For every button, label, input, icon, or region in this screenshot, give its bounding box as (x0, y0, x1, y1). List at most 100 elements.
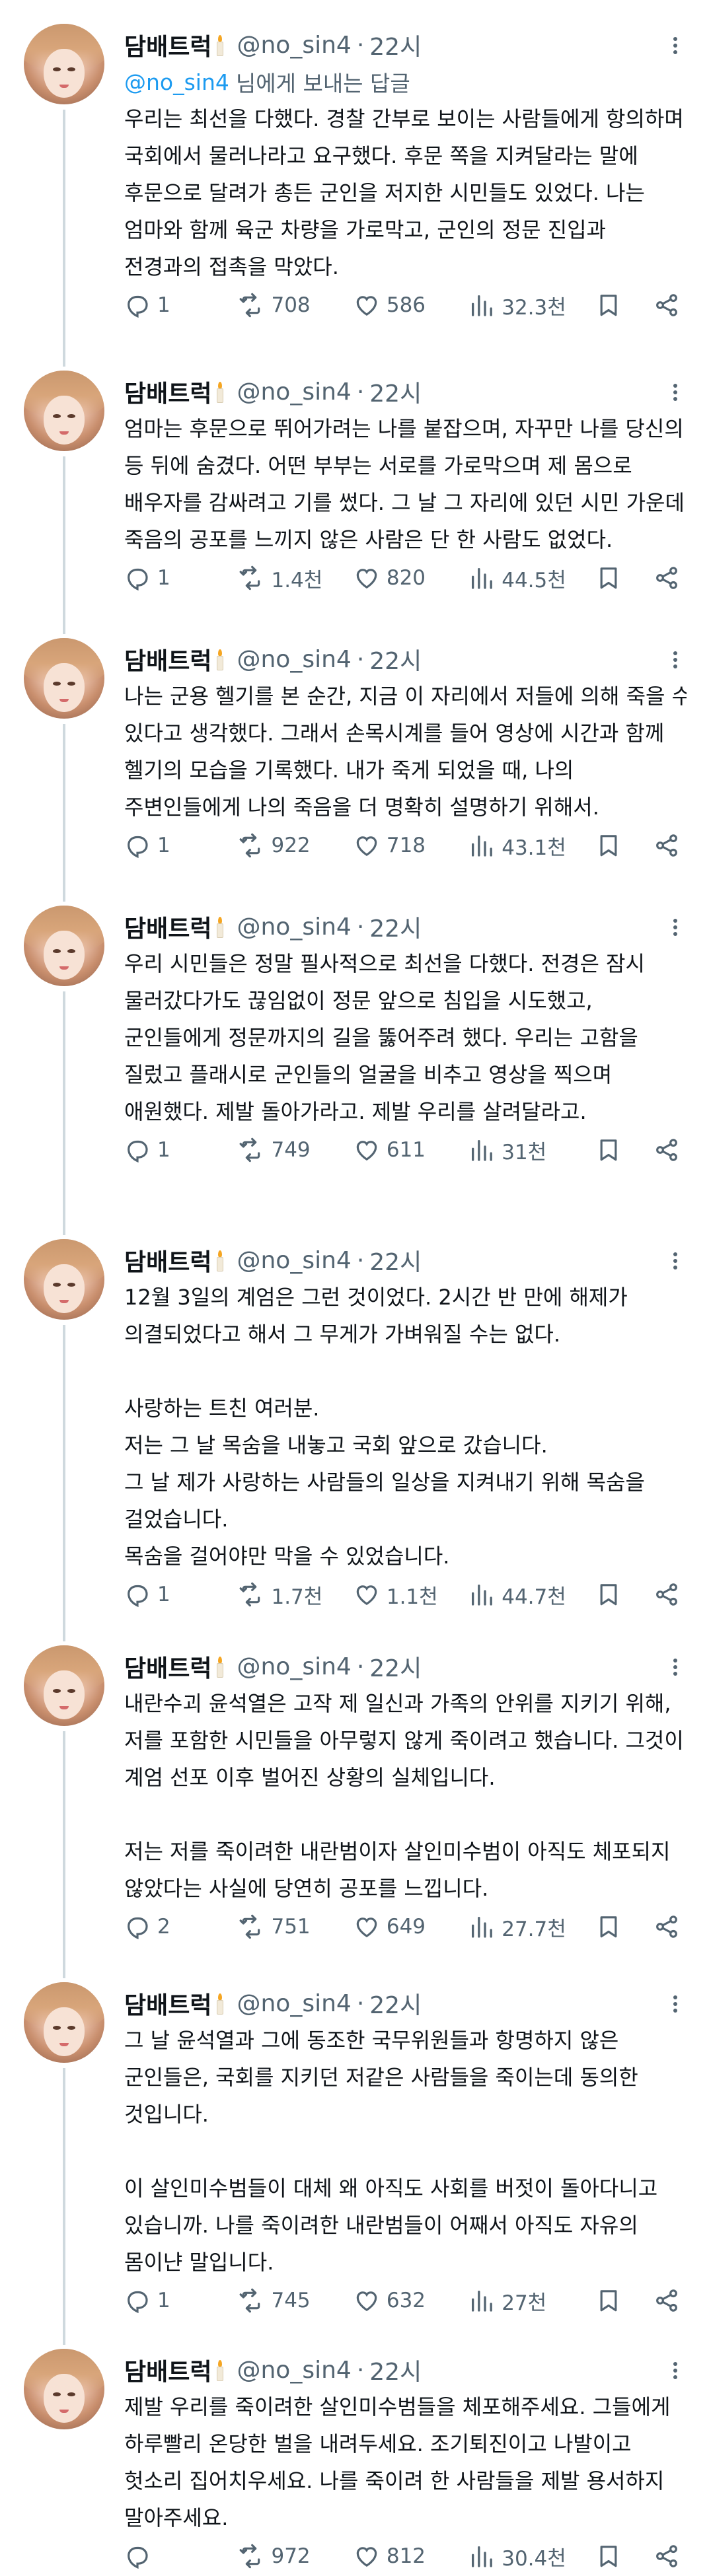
views-button[interactable]: 43.1천 (468, 831, 595, 861)
timestamp[interactable]: 22시 (369, 1243, 422, 1277)
reply-button[interactable]: 1 (124, 2287, 238, 2314)
author-handle[interactable]: @no_sin4 (237, 378, 351, 406)
share-button[interactable] (653, 2287, 687, 2314)
tweet-actions: 1 708 586 32.3천 (124, 285, 687, 325)
share-button[interactable] (653, 1914, 687, 1940)
views-button[interactable]: 44.5천 (468, 563, 595, 593)
views-button[interactable]: 27천 (468, 2286, 595, 2316)
more-icon[interactable] (665, 917, 685, 937)
thread-line (63, 2068, 65, 2345)
reply-button[interactable]: 1 (124, 565, 238, 591)
author-name[interactable]: 담배트럭 (124, 375, 211, 409)
tweet[interactable]: 담배트럭 @no_sin4 · 22시 우리 시민들은 정말 필사적으로 최선을… (0, 882, 709, 1235)
reply-button[interactable]: 2 (124, 1914, 238, 1940)
retweet-button[interactable]: 1.7천 (238, 1580, 353, 1610)
like-button[interactable]: 718 (354, 832, 468, 859)
bookmark-button[interactable] (595, 2543, 653, 2569)
reply-button[interactable]: 1 (124, 1581, 238, 1608)
author-name[interactable]: 담배트럭 (124, 28, 211, 62)
more-icon[interactable] (665, 1657, 685, 1677)
avatar[interactable] (24, 906, 104, 986)
author-name[interactable]: 담배트럭 (124, 910, 211, 944)
like-button[interactable]: 1.1천 (354, 1580, 468, 1610)
more-icon[interactable] (665, 2361, 685, 2380)
share-button[interactable] (653, 565, 687, 591)
bookmark-button[interactable] (595, 2287, 653, 2314)
share-button[interactable] (653, 832, 687, 859)
views-button[interactable]: 44.7천 (468, 1580, 595, 1610)
more-icon[interactable] (665, 650, 685, 670)
retweet-button[interactable]: 972 (238, 2543, 353, 2569)
retweet-button[interactable]: 708 (238, 292, 353, 318)
timestamp[interactable]: 22시 (369, 28, 422, 62)
avatar[interactable] (24, 1645, 104, 1726)
author-handle[interactable]: @no_sin4 (237, 646, 351, 673)
timestamp[interactable]: 22시 (369, 1986, 422, 2021)
author-name[interactable]: 담배트럭 (124, 1243, 211, 1277)
like-button[interactable]: 820 (354, 565, 468, 591)
reply-button[interactable]: 1 (124, 832, 238, 859)
like-button[interactable]: 586 (354, 292, 468, 318)
more-icon[interactable] (665, 1994, 685, 2014)
tweet[interactable]: 담배트럭 @no_sin4 · 22시 나는 군용 헬기를 본 순간, 지금 이… (0, 614, 709, 902)
author-handle[interactable]: @no_sin4 (237, 1653, 351, 1680)
more-icon[interactable] (665, 382, 685, 402)
author-name[interactable]: 담배트럭 (124, 1649, 211, 1684)
more-icon[interactable] (665, 36, 685, 55)
retweet-icon (240, 293, 260, 318)
more-icon[interactable] (665, 1251, 685, 1271)
avatar[interactable] (24, 24, 104, 104)
timestamp[interactable]: 22시 (369, 642, 422, 676)
views-button[interactable]: 27.7천 (468, 1912, 595, 1942)
bookmark-button[interactable] (595, 565, 653, 591)
author-name[interactable]: 담배트럭 (124, 642, 211, 676)
bookmark-button[interactable] (595, 1581, 653, 1608)
bookmark-button[interactable] (595, 1137, 653, 1163)
author-handle[interactable]: @no_sin4 (237, 913, 351, 941)
avatar[interactable] (24, 2349, 104, 2429)
timestamp[interactable]: 22시 (369, 910, 422, 944)
bookmark-button[interactable] (595, 292, 653, 318)
like-button[interactable]: 611 (354, 1137, 468, 1163)
author-name[interactable]: 담배트럭 (124, 1986, 211, 2021)
avatar[interactable] (24, 638, 104, 719)
like-button[interactable]: 812 (354, 2543, 468, 2569)
views-button[interactable]: 32.3천 (468, 291, 595, 320)
share-button[interactable] (653, 1581, 687, 1608)
tweet[interactable]: 담배트럭 @no_sin4 · 22시 @no_sin4 님에게 보내는 답글 우… (0, 0, 709, 367)
tweet[interactable]: 담배트럭 @no_sin4 · 22시 제발 우리를 죽이려한 살인미수범들을 … (0, 2325, 709, 2571)
share-button[interactable] (653, 1137, 687, 1163)
like-button[interactable]: 649 (354, 1914, 468, 1940)
avatar[interactable] (24, 1239, 104, 1320)
tweet[interactable]: 담배트럭 @no_sin4 · 22시 12월 3일의 계엄은 그런 것이었다.… (0, 1215, 709, 1641)
bookmark-button[interactable] (595, 832, 653, 859)
retweet-button[interactable]: 751 (238, 1914, 353, 1940)
views-button[interactable]: 30.4천 (468, 2542, 595, 2571)
tweet[interactable]: 담배트럭 @no_sin4 · 22시 엄마는 후문으로 뛰어가려는 나를 붙잡… (0, 347, 709, 634)
like-button[interactable]: 632 (354, 2287, 468, 2314)
avatar[interactable] (24, 371, 104, 451)
author-handle[interactable]: @no_sin4 (237, 1247, 351, 1274)
retweet-button[interactable]: 922 (238, 832, 353, 859)
share-button[interactable] (653, 292, 687, 318)
tweet[interactable]: 담배트럭 @no_sin4 · 22시 그 날 윤석열과 그에 동조한 국무위원… (0, 1958, 709, 2345)
retweet-button[interactable]: 749 (238, 1137, 353, 1163)
timestamp[interactable]: 22시 (369, 2353, 422, 2387)
author-handle[interactable]: @no_sin4 (237, 2357, 351, 2384)
tweet[interactable]: 담배트럭 @no_sin4 · 22시 내란수괴 윤석열은 고작 제 일신과 가… (0, 1622, 709, 1978)
author-handle[interactable]: @no_sin4 (237, 32, 351, 59)
timestamp[interactable]: 22시 (369, 375, 422, 409)
bookmark-button[interactable] (595, 1914, 653, 1940)
retweet-button[interactable]: 1.4천 (238, 563, 353, 593)
views-button[interactable]: 31천 (468, 1135, 595, 1165)
share-button[interactable] (653, 2543, 687, 2569)
author-handle[interactable]: @no_sin4 (237, 1990, 351, 2017)
reply-mention[interactable]: @no_sin4 (124, 69, 229, 95)
timestamp[interactable]: 22시 (369, 1649, 422, 1684)
reply-button[interactable]: 1 (124, 292, 238, 318)
avatar[interactable] (24, 1982, 104, 2063)
author-name[interactable]: 담배트럭 (124, 2353, 211, 2387)
reply-button[interactable]: 1 (124, 1137, 238, 1163)
reply-button[interactable] (124, 2543, 238, 2569)
retweet-button[interactable]: 745 (238, 2287, 353, 2314)
